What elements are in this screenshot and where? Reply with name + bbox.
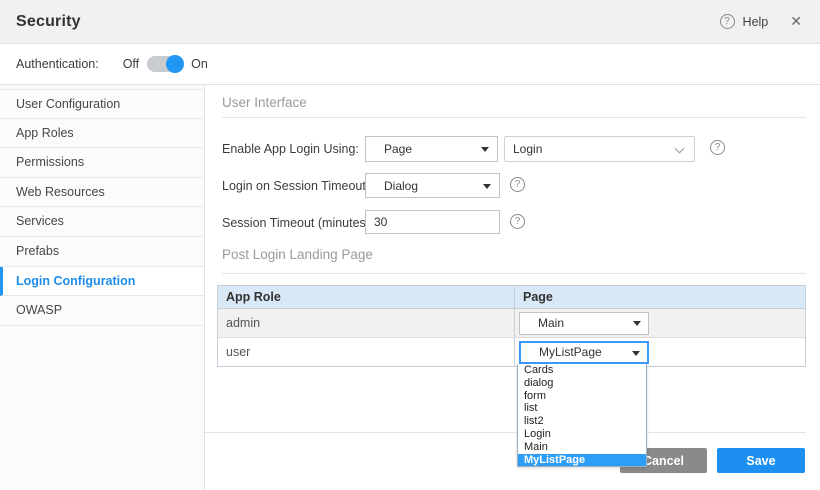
section-title-post-login: Post Login Landing Page — [222, 247, 373, 262]
login-type-select[interactable]: Page — [365, 136, 498, 162]
admin-page-select[interactable]: Main — [519, 312, 649, 335]
help-icon[interactable]: ? — [510, 177, 525, 192]
footer-divider — [205, 432, 806, 433]
toggle-on-label: On — [191, 57, 208, 71]
dropdown-option-list[interactable]: list — [518, 402, 646, 415]
session-timeout-type-select[interactable]: Dialog — [365, 173, 500, 198]
sidebar-item-services[interactable]: Services — [0, 207, 204, 237]
dropdown-arrow-icon — [481, 147, 489, 152]
dropdown-arrow-icon — [483, 184, 491, 189]
app-role-cell: admin — [218, 309, 515, 337]
page-title: Security — [16, 13, 81, 31]
app-role-cell: user — [218, 338, 515, 366]
sidebar-item-owasp[interactable]: OWASP — [0, 296, 204, 326]
dropdown-option-login[interactable]: Login — [518, 428, 646, 441]
toggle-knob-icon — [166, 55, 184, 73]
sidebar-item-permissions[interactable]: Permissions — [0, 148, 204, 178]
sidebar-item-login-configuration[interactable]: Login Configuration — [0, 267, 204, 297]
sidebar-item-user-configuration[interactable]: User Configuration — [0, 89, 204, 119]
session-timeout-type-value: Dialog — [384, 179, 418, 193]
login-configuration-panel: User Interface Enable App Login Using: P… — [205, 85, 820, 490]
sidebar-item-prefabs[interactable]: Prefabs — [0, 237, 204, 267]
authentication-bar: Authentication: Off On — [0, 44, 820, 85]
session-timeout-minutes-label: Session Timeout (minutes): — [222, 216, 373, 230]
help-icon[interactable]: ? — [720, 14, 735, 29]
help-icon[interactable]: ? — [510, 214, 525, 229]
page-options-dropdown: Cards dialog form list list2 Login Main … — [517, 364, 647, 467]
security-dialog: Security ? Help ✕ Authentication: Off On… — [0, 0, 820, 490]
authentication-label: Authentication: — [16, 57, 99, 71]
title-bar: Security ? Help ✕ — [0, 0, 820, 44]
toggle-off-label: Off — [123, 57, 139, 71]
help-icon[interactable]: ? — [710, 140, 725, 155]
enable-app-login-label: Enable App Login Using: — [222, 142, 359, 156]
login-type-value: Page — [384, 142, 412, 156]
login-page-select[interactable]: Login — [504, 136, 695, 162]
post-login-landing-table: App Role Page admin Main user MyListPage — [217, 285, 806, 367]
dropdown-arrow-icon — [633, 321, 641, 326]
column-header-app-role: App Role — [218, 286, 515, 308]
dropdown-option-list2[interactable]: list2 — [518, 415, 646, 428]
user-page-select[interactable]: MyListPage — [519, 341, 649, 364]
close-icon[interactable]: ✕ — [790, 13, 802, 30]
dropdown-option-dialog[interactable]: dialog — [518, 377, 646, 390]
divider — [222, 117, 806, 118]
session-timeout-login-label: Login on Session Timeout: — [222, 179, 369, 193]
table-row-admin: admin Main — [218, 309, 805, 337]
help-link[interactable]: Help — [743, 15, 769, 29]
admin-page-value: Main — [538, 316, 564, 330]
column-header-page: Page — [515, 286, 805, 308]
save-button[interactable]: Save — [717, 448, 805, 473]
login-page-value: Login — [513, 142, 542, 156]
divider — [222, 273, 806, 274]
user-page-value: MyListPage — [539, 345, 602, 359]
section-title-user-interface: User Interface — [222, 95, 307, 110]
authentication-toggle[interactable] — [147, 56, 183, 72]
dropdown-arrow-icon — [632, 351, 640, 356]
table-header-row: App Role Page — [218, 286, 805, 309]
sidebar-item-web-resources[interactable]: Web Resources — [0, 178, 204, 208]
sidebar-item-app-roles[interactable]: App Roles — [0, 119, 204, 149]
table-row-user: user MyListPage — [218, 337, 805, 366]
dropdown-option-mylistpage[interactable]: MyListPage — [518, 454, 646, 467]
chevron-down-icon — [675, 144, 685, 154]
dropdown-option-form[interactable]: form — [518, 390, 646, 403]
dropdown-option-main[interactable]: Main — [518, 441, 646, 454]
dropdown-option-cards[interactable]: Cards — [518, 364, 646, 377]
session-timeout-minutes-input[interactable] — [365, 210, 500, 234]
settings-sidebar: User Configuration App Roles Permissions… — [0, 85, 205, 490]
